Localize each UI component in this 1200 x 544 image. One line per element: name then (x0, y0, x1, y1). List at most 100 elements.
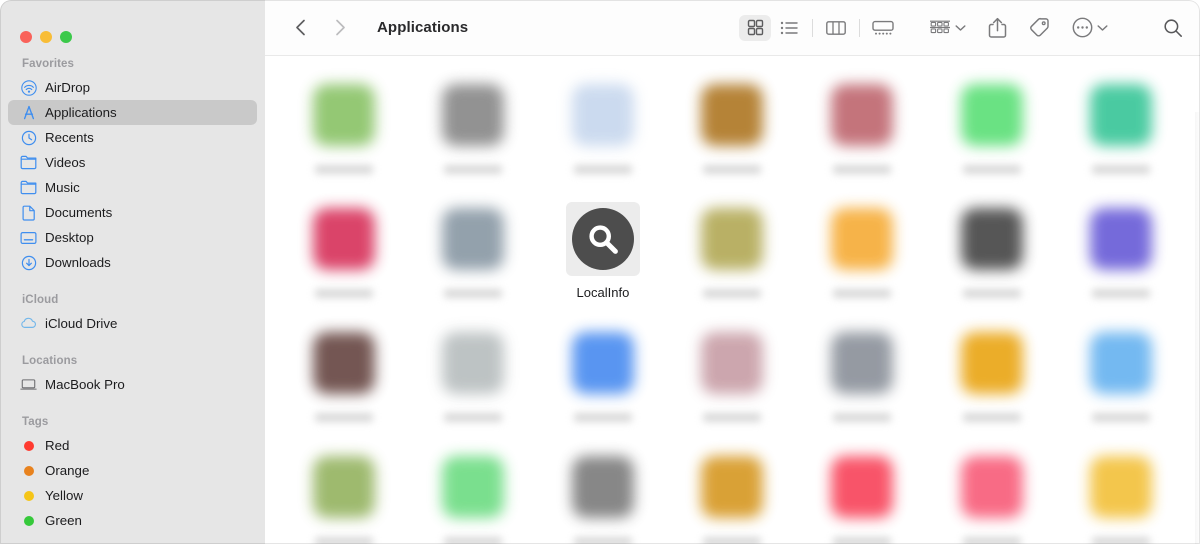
tag-dot-icon (20, 437, 37, 454)
ellipsis-circle-icon (1072, 17, 1093, 38)
sidebar-item-desktop[interactable]: Desktop (8, 225, 257, 250)
app-icon-box (955, 202, 1029, 276)
app-icon-obscured (701, 84, 764, 146)
view-mode-list[interactable] (773, 15, 805, 41)
sidebar-item-label: AirDrop (45, 79, 91, 95)
close-button[interactable] (20, 31, 32, 43)
sidebar-item-icloud-drive[interactable]: iCloud Drive (8, 311, 257, 336)
app-item-selected[interactable]: LocalInfo (538, 192, 668, 316)
app-icon-box (695, 202, 769, 276)
app-item[interactable] (279, 440, 409, 544)
sidebar-item-music[interactable]: Music (8, 175, 257, 200)
document-icon (22, 205, 35, 221)
sidebar-item-orange[interactable]: Orange (8, 458, 257, 483)
cloud-icon (21, 317, 36, 328)
app-icon-box (1084, 326, 1158, 400)
sidebar-item-macbook-pro[interactable]: MacBook Pro (8, 372, 257, 397)
app-icon-box (955, 326, 1029, 400)
sidebar-item-documents[interactable]: Documents (8, 200, 257, 225)
view-mode-column[interactable] (820, 15, 852, 41)
tag-icon (1030, 17, 1049, 37)
app-item[interactable] (668, 192, 798, 316)
maximize-button[interactable] (60, 31, 72, 43)
sidebar-item-downloads[interactable]: Downloads (8, 250, 257, 275)
app-item[interactable] (668, 316, 798, 440)
clock-icon (20, 129, 37, 146)
app-icon-box (695, 326, 769, 400)
app-label (703, 165, 762, 174)
app-icon-obscured (312, 208, 375, 270)
sidebar-item-applications[interactable]: Applications (8, 100, 257, 125)
sidebar-section-gap (0, 336, 265, 349)
app-item[interactable] (927, 316, 1057, 440)
app-item[interactable] (797, 192, 927, 316)
app-icon-box (1084, 78, 1158, 152)
app-item[interactable] (409, 440, 539, 544)
sidebar-item-yellow[interactable]: Yellow (8, 483, 257, 508)
app-icon-box (695, 450, 769, 524)
app-item[interactable] (797, 68, 927, 192)
app-item[interactable] (1056, 192, 1186, 316)
group-by-button[interactable] (929, 19, 966, 36)
app-item[interactable] (409, 192, 539, 316)
app-item[interactable] (538, 440, 668, 544)
toolbar-divider-2 (859, 18, 860, 37)
app-icon-obscured (442, 332, 505, 394)
app-icon-box (955, 450, 1029, 524)
sidebar-item-videos[interactable]: Videos (8, 150, 257, 175)
app-item[interactable] (927, 68, 1057, 192)
app-icon-box (825, 450, 899, 524)
app-icon-box (307, 202, 381, 276)
forward-button[interactable] (327, 15, 353, 41)
tag-dot-icon (23, 490, 34, 501)
more-actions-button[interactable] (1072, 17, 1108, 38)
app-item[interactable] (409, 316, 539, 440)
sidebar-item-recents[interactable]: Recents (8, 125, 257, 150)
app-item[interactable] (279, 68, 409, 192)
app-label (314, 289, 373, 298)
app-item[interactable] (279, 316, 409, 440)
app-label (962, 413, 1021, 422)
app-item[interactable] (538, 68, 668, 192)
app-item[interactable] (1056, 68, 1186, 192)
folder-icon (20, 155, 37, 170)
view-mode-gallery[interactable] (867, 15, 899, 41)
app-item[interactable] (927, 440, 1057, 544)
app-icon-box (436, 202, 510, 276)
back-button[interactable] (287, 15, 313, 41)
sidebar-item-green[interactable]: Green (8, 508, 257, 533)
app-icon-box (566, 450, 640, 524)
app-item[interactable] (279, 192, 409, 316)
app-item[interactable] (1056, 316, 1186, 440)
view-mode-icon[interactable] (739, 14, 771, 41)
minimize-button[interactable] (40, 31, 52, 43)
tag-dot-icon (20, 512, 37, 529)
app-icon-box (565, 202, 640, 276)
app-icon-obscured (960, 208, 1023, 270)
sidebar-item-airdrop[interactable]: AirDrop (8, 75, 257, 100)
app-item[interactable] (668, 440, 798, 544)
sidebar-item-red[interactable]: Red (8, 433, 257, 458)
sidebar-item-label: Music (45, 179, 80, 195)
sidebar-section-gap (0, 397, 265, 410)
app-item[interactable] (409, 68, 539, 192)
app-icon-obscured (960, 332, 1023, 394)
app-label (962, 537, 1021, 544)
app-label (833, 537, 892, 544)
applications-icon (20, 104, 37, 121)
tags-button[interactable] (1029, 17, 1050, 38)
app-icon-box (825, 326, 899, 400)
app-item[interactable] (668, 68, 798, 192)
app-icon-box (307, 78, 381, 152)
download-icon (20, 254, 37, 271)
search-button[interactable] (1160, 15, 1186, 41)
share-button[interactable] (988, 17, 1007, 39)
app-label (1092, 537, 1151, 544)
app-icon-obscured (960, 456, 1023, 518)
app-item[interactable] (797, 316, 927, 440)
app-item[interactable] (1056, 440, 1186, 544)
app-item[interactable] (927, 192, 1057, 316)
app-item[interactable] (538, 316, 668, 440)
app-item[interactable] (797, 440, 927, 544)
download-icon (21, 255, 36, 270)
